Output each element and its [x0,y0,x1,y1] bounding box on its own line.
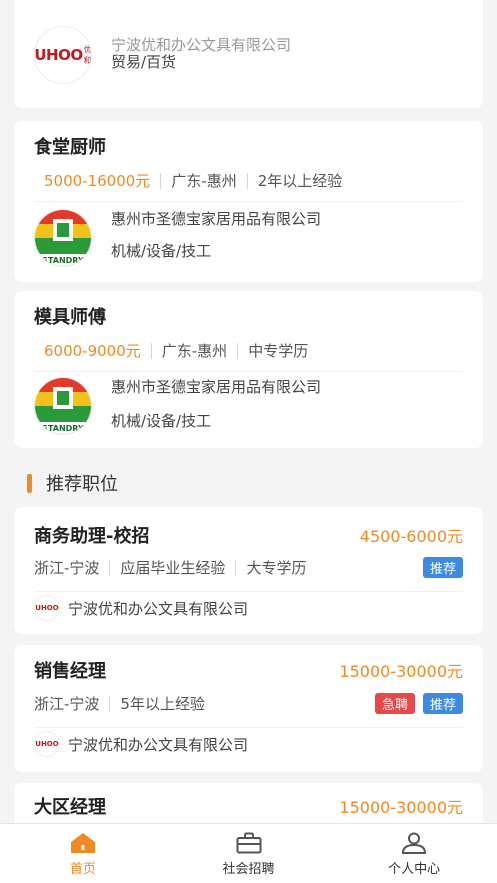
tag-recommend: 推荐 [422,693,463,714]
job-experience: 5年以上经验 [120,695,205,713]
job-title: 销售经理 [34,661,106,682]
tag-urgent: 急聘 [374,693,415,714]
company-industry: 机械/设备/技工 [111,412,212,430]
job-location: 浙江-宁波 [34,559,100,577]
divider [150,342,152,359]
recommended-job-card[interactable]: 销售经理 15000-30000元 浙江-宁波 5年以上经验 急聘 推荐 UHO… [14,645,483,772]
job-feed[interactable]: UHOO 优和 宁波优和办公文具有限公司 贸易/百货 食堂厨师 5000-160… [0,0,497,823]
divider [109,695,111,712]
standry-logo: STANDRY [34,377,92,435]
job-requirement: 2年以上经验 [257,172,343,190]
tab-label: 社会招聘 [222,862,275,877]
job-title: 大区经理 [34,797,106,818]
recommended-job-card[interactable]: 大区经理 15000-30000元 [14,783,483,823]
company-name: 宁波优和办公文具有限公司 [68,599,249,618]
tab-social-recruit[interactable]: 社会招聘 [166,824,332,883]
rec-meta: 浙江-宁波 5年以上经验 急聘 推荐 [34,693,463,714]
divider [237,342,239,359]
job-salary: 4500-6000元 [359,527,463,546]
job-salary: 5000-16000元 [44,172,151,190]
job-card[interactable]: 食堂厨师 5000-16000元 广东-惠州 2年以上经验 STANDRY 惠州… [14,121,483,282]
tab-label: 个人中心 [388,862,441,877]
svg-text:STANDRY: STANDRY [42,256,84,265]
divider [160,172,162,189]
job-meta: 浙江-宁波 应届毕业生经验 大专学历 [34,557,306,578]
standry-logo: STANDRY [34,209,92,267]
company-row: UHOO 宁波优和办公文具有限公司 [34,731,248,757]
divider [34,371,463,372]
section-header: 推荐职位 [27,470,118,496]
job-card-top-partial[interactable]: UHOO 优和 宁波优和办公文具有限公司 贸易/百货 [14,0,483,108]
user-icon [402,832,427,854]
divider [34,201,463,202]
job-location: 浙江-宁波 [34,695,100,713]
job-title: 商务助理-校招 [34,526,150,547]
company-name: 惠州市圣德宝家居用品有限公司 [111,378,322,396]
job-title: 模具师傅 [34,307,106,328]
logo-text: UHOO [34,46,83,64]
divider [34,591,463,592]
svg-text:STANDRY: STANDRY [42,424,84,433]
job-meta: 浙江-宁波 5年以上经验 [34,693,205,714]
job-meta: 6000-9000元 广东-惠州 中专学历 [44,340,308,361]
job-title: 食堂厨师 [34,137,106,158]
section-title: 推荐职位 [46,474,118,495]
job-location: 广东-惠州 [171,172,237,190]
recommended-job-card[interactable]: 商务助理-校招 4500-6000元 浙江-宁波 应届毕业生经验 大专学历 推荐… [14,507,483,634]
tab-label: 首页 [69,862,96,877]
job-salary: 15000-30000元 [339,798,463,817]
company-industry: 贸易/百货 [111,53,177,71]
company-industry: 机械/设备/技工 [111,242,212,260]
section-accent-bar [27,473,32,493]
rec-header: 商务助理-校招 4500-6000元 [34,522,463,548]
tag-list: 急聘 推荐 [367,693,463,714]
tab-profile[interactable]: 个人中心 [331,824,497,883]
home-icon [70,833,95,853]
logo-subtext: 优和 [83,45,92,65]
briefcase-icon [236,832,261,854]
tab-home[interactable]: 首页 [0,824,166,883]
job-card[interactable]: 模具师傅 6000-9000元 广东-惠州 中专学历 STANDRY 惠州市圣德… [14,291,483,448]
job-salary: 15000-30000元 [339,662,463,681]
company-name: 宁波优和办公文具有限公司 [68,735,249,754]
uhoo-logo: UHOO 优和 [34,26,92,84]
job-requirement: 中专学历 [248,342,309,360]
job-experience: 应届毕业生经验 [120,559,226,577]
tag-recommend: 推荐 [422,557,463,578]
rec-meta: 浙江-宁波 应届毕业生经验 大专学历 推荐 [34,557,463,578]
rec-header: 大区经理 15000-30000元 [34,793,463,819]
company-row: UHOO 优和 [34,26,92,84]
divider [109,559,111,576]
bottom-tab-bar: 首页 社会招聘 个人中心 [0,823,497,883]
job-location: 广东-惠州 [161,342,228,360]
uhoo-logo: UHOO [34,731,60,757]
company-name: 惠州市圣德宝家居用品有限公司 [111,210,322,228]
tag-list: 推荐 [415,557,463,578]
rec-header: 销售经理 15000-30000元 [34,657,463,683]
divider [235,559,237,576]
uhoo-logo: UHOO [34,595,60,621]
company-row: UHOO 宁波优和办公文具有限公司 [34,595,248,621]
divider [246,172,248,189]
job-salary: 6000-9000元 [44,342,141,360]
job-education: 大专学历 [246,559,307,577]
job-meta: 5000-16000元 广东-惠州 2年以上经验 [44,170,342,191]
divider [34,727,463,728]
